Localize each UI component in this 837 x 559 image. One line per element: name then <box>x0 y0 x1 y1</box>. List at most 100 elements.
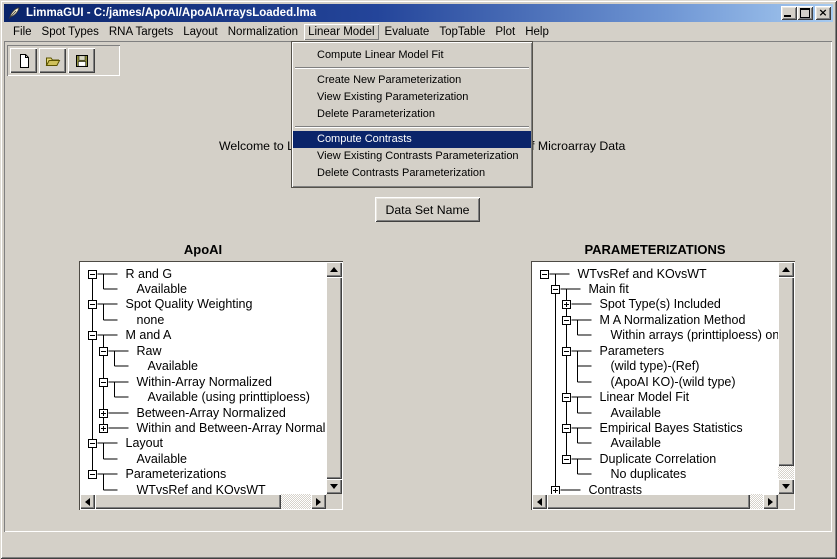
tree-node-label[interactable]: none <box>137 312 165 328</box>
left-tree-horizontal-scrollbar[interactable] <box>80 494 326 509</box>
menu-separator <box>295 67 529 69</box>
tree-expand-toggle[interactable] <box>551 486 560 494</box>
tree-collapse-toggle[interactable] <box>99 378 108 387</box>
data-set-name-button[interactable]: Data Set Name <box>375 197 480 222</box>
tree-collapse-toggle[interactable] <box>88 470 97 479</box>
menubar-item-layout[interactable]: Layout <box>179 24 222 40</box>
left-tree-title: ApoAI <box>80 242 326 257</box>
tree-node-label[interactable]: (wild type)-(Ref) <box>611 358 700 374</box>
app-window: LimmaGUI - C:/james/ApoAI/ApoAIArraysLoa… <box>0 0 837 559</box>
tree-collapse-toggle[interactable] <box>562 393 571 402</box>
tree-node-label[interactable]: Linear Model Fit <box>600 389 690 405</box>
scroll-right-button[interactable] <box>763 494 778 509</box>
right-tree-horizontal-scrollbar[interactable] <box>532 494 778 509</box>
tree-node-label[interactable]: Layout <box>126 435 164 451</box>
minimize-icon <box>784 15 791 17</box>
menu-item-compute-contrasts[interactable]: Compute Contrasts <box>293 131 531 148</box>
arrow-down-icon <box>782 484 790 489</box>
scrollbar-thumb[interactable] <box>326 277 342 479</box>
scroll-up-button[interactable] <box>326 262 342 277</box>
tree-node-label[interactable]: Within-Array Normalized <box>137 374 272 390</box>
new-file-button[interactable] <box>10 48 37 73</box>
tree-node-label[interactable]: Within arrays (printtiploess) only <box>611 327 779 343</box>
close-icon: × <box>818 8 827 18</box>
scrollbar-thumb[interactable] <box>95 494 281 509</box>
left-tree-vertical-scrollbar[interactable] <box>326 262 342 494</box>
menubar-item-help[interactable]: Help <box>521 24 553 40</box>
arrow-left-icon <box>85 498 90 506</box>
scroll-left-button[interactable] <box>80 494 95 509</box>
menu-item-compute-linear-model-fit[interactable]: Compute Linear Model Fit <box>293 47 531 64</box>
tree-node-label[interactable]: Available <box>611 435 662 451</box>
right-tree-panel: WTvsRef and KOvsWTMain fitSpot Type(s) I… <box>531 261 795 510</box>
left-tree: R and GAvailableSpot Quality Weightingno… <box>80 262 326 494</box>
menubar-item-linear-model[interactable]: Linear Model <box>304 24 378 40</box>
tree-collapse-toggle[interactable] <box>88 300 97 309</box>
scrollbar-thumb[interactable] <box>547 494 750 509</box>
tree-node-label[interactable]: Main fit <box>589 281 629 297</box>
tree-node-label[interactable]: Available <box>137 451 188 467</box>
tree-collapse-toggle[interactable] <box>551 285 560 294</box>
right-tree-vertical-scrollbar[interactable] <box>778 262 794 494</box>
menu-item-delete-parameterization[interactable]: Delete Parameterization <box>293 106 531 123</box>
menubar-item-rna-targets[interactable]: RNA Targets <box>105 24 177 40</box>
tree-expand-toggle[interactable] <box>562 300 571 309</box>
tree-collapse-toggle[interactable] <box>562 316 571 325</box>
tree-node-label[interactable]: Spot Type(s) Included <box>600 296 721 312</box>
menu-item-delete-contrasts-parameterization[interactable]: Delete Contrasts Parameterization <box>293 165 531 182</box>
right-tree: WTvsRef and KOvsWTMain fitSpot Type(s) I… <box>532 262 778 494</box>
tree-collapse-toggle[interactable] <box>88 331 97 340</box>
scroll-right-button[interactable] <box>311 494 326 509</box>
scroll-down-button[interactable] <box>326 479 342 494</box>
tree-node-label[interactable]: No duplicates <box>611 466 687 482</box>
tree-node-label[interactable]: Parameterizations <box>126 466 227 482</box>
menubar-item-file[interactable]: File <box>9 24 36 40</box>
menubar-item-evaluate[interactable]: Evaluate <box>381 24 434 40</box>
maximize-button[interactable] <box>797 6 813 20</box>
tree-node-label[interactable]: Available <box>148 358 199 374</box>
tree-expand-toggle[interactable] <box>99 424 108 433</box>
scroll-down-button[interactable] <box>778 479 794 494</box>
menu-item-view-existing-parameterization[interactable]: View Existing Parameterization <box>293 89 531 106</box>
open-folder-icon <box>45 53 61 69</box>
tree-node-label[interactable]: Parameters <box>600 343 665 359</box>
tree-collapse-toggle[interactable] <box>562 347 571 356</box>
tree-node-label[interactable]: Duplicate Correlation <box>600 451 717 467</box>
tree-node-label[interactable]: Within and Between-Array Normalized <box>137 420 327 436</box>
window-title: LimmaGUI - C:/james/ApoAI/ApoAIArraysLoa… <box>26 7 316 19</box>
menubar-item-normalization[interactable]: Normalization <box>224 24 302 40</box>
tree-collapse-toggle[interactable] <box>562 424 571 433</box>
scroll-left-button[interactable] <box>532 494 547 509</box>
tree-collapse-toggle[interactable] <box>540 270 549 279</box>
tree-node-label[interactable]: (ApoAI KO)-(wild type) <box>611 374 736 390</box>
minimize-button[interactable] <box>781 6 797 20</box>
tree-node-label[interactable]: Raw <box>137 343 162 359</box>
close-button[interactable]: × <box>815 6 831 20</box>
scrollbar-thumb[interactable] <box>778 277 794 466</box>
menu-item-view-existing-contrasts-parameterization[interactable]: View Existing Contrasts Parameterization <box>293 148 531 165</box>
menubar-item-spot-types[interactable]: Spot Types <box>38 24 103 40</box>
tree-node-label[interactable]: WTvsRef and KOvsWT <box>578 266 707 282</box>
tree-node-label[interactable]: Between-Array Normalized <box>137 405 286 421</box>
tree-node-label[interactable]: Available <box>137 281 188 297</box>
tree-node-label[interactable]: Contrasts <box>589 482 643 494</box>
tree-collapse-toggle[interactable] <box>562 455 571 464</box>
menubar-item-plot[interactable]: Plot <box>491 24 519 40</box>
tree-node-label[interactable]: WTvsRef and KOvsWT <box>137 482 266 494</box>
menubar-item-toptable[interactable]: TopTable <box>435 24 489 40</box>
menu-item-create-new-parameterization[interactable]: Create New Parameterization <box>293 72 531 89</box>
tree-node-label[interactable]: Available <box>611 405 662 421</box>
tree-collapse-toggle[interactable] <box>88 270 97 279</box>
tree-node-label[interactable]: Available (using printtiploess) <box>148 389 310 405</box>
tree-collapse-toggle[interactable] <box>99 347 108 356</box>
tree-node-label[interactable]: R and G <box>126 266 173 282</box>
tree-node-label[interactable]: Spot Quality Weighting <box>126 296 253 312</box>
open-file-button[interactable] <box>39 48 66 73</box>
save-file-button[interactable] <box>68 48 95 73</box>
tree-node-label[interactable]: M A Normalization Method <box>600 312 746 328</box>
scroll-up-button[interactable] <box>778 262 794 277</box>
tree-node-label[interactable]: Empirical Bayes Statistics <box>600 420 743 436</box>
tree-collapse-toggle[interactable] <box>88 439 97 448</box>
tree-node-label[interactable]: M and A <box>126 327 172 343</box>
tree-expand-toggle[interactable] <box>99 409 108 418</box>
